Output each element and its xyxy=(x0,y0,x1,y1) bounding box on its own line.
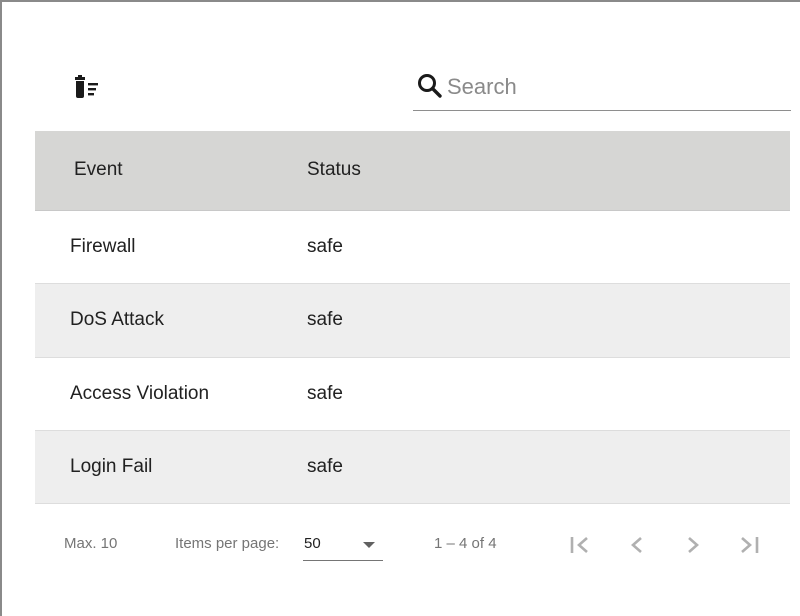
toolbar xyxy=(2,2,800,130)
event-cell: Login Fail xyxy=(35,430,273,504)
event-cell: Access Violation xyxy=(35,357,273,431)
last-page-button[interactable] xyxy=(731,527,767,563)
dropdown-caret-icon xyxy=(363,542,375,548)
items-per-page-label: Items per page: xyxy=(175,535,280,552)
search-field xyxy=(413,70,791,111)
event-cell: DoS Attack xyxy=(35,283,273,358)
table-panel: Event Status Firewall safe DoS Attack sa… xyxy=(0,0,800,616)
status-cell: safe xyxy=(273,210,790,284)
events-table: Event Status Firewall safe DoS Attack sa… xyxy=(35,131,790,504)
range-label: 1 – 4 of 4 xyxy=(434,535,497,552)
event-cell: Firewall xyxy=(35,210,273,284)
paginator: Max. 10 Items per page: 50 1 – 4 of 4 xyxy=(2,503,800,583)
page-size-value: 50 xyxy=(304,535,321,552)
table-row[interactable]: DoS Attack safe xyxy=(35,283,790,358)
delete-sweep-button[interactable] xyxy=(70,72,104,102)
last-page-icon xyxy=(741,537,759,553)
previous-page-button[interactable] xyxy=(619,527,655,563)
table-row[interactable]: Firewall safe xyxy=(35,210,790,284)
page-size-select[interactable]: 50 xyxy=(303,527,383,561)
max-label: Max. 10 xyxy=(64,535,118,552)
status-cell: safe xyxy=(273,430,790,504)
column-header-event[interactable]: Event xyxy=(35,131,273,211)
column-header-status[interactable]: Status xyxy=(273,131,790,211)
search-icon xyxy=(418,74,442,98)
table-header-row: Event Status xyxy=(35,131,790,211)
status-cell: safe xyxy=(273,283,790,358)
first-page-icon xyxy=(570,537,588,553)
next-page-button[interactable] xyxy=(675,527,711,563)
search-input[interactable] xyxy=(447,72,777,102)
first-page-button[interactable] xyxy=(562,527,598,563)
table-row[interactable]: Login Fail safe xyxy=(35,430,790,504)
status-cell: safe xyxy=(273,357,790,431)
chevron-left-icon xyxy=(631,537,642,553)
delete-sweep-icon xyxy=(75,75,98,98)
chevron-right-icon xyxy=(688,537,699,553)
table-row[interactable]: Access Violation safe xyxy=(35,357,790,431)
